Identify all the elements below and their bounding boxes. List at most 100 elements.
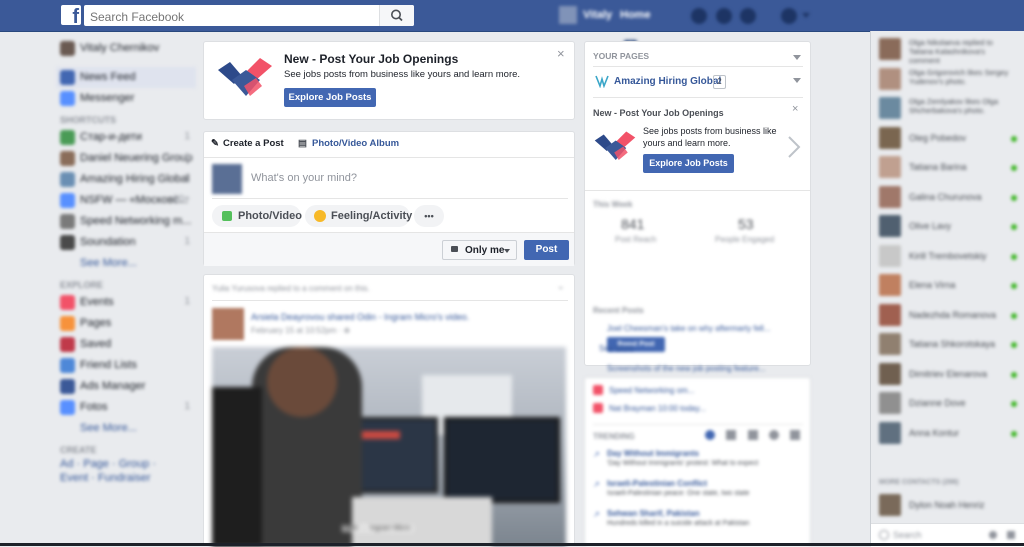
- online-status-dot: [1011, 253, 1017, 260]
- smiley-icon: [314, 210, 326, 222]
- pages-menu-chevron-icon[interactable]: [793, 55, 801, 60]
- event-icon: [593, 385, 603, 395]
- chat-contact-name: Tatiana Shkorotskaya: [909, 339, 996, 349]
- chat-contact[interactable]: Olga Grigorovich likes Sergey Yudenov's …: [871, 65, 1024, 95]
- avatar: [212, 164, 242, 194]
- see-more-explore-link[interactable]: See More...: [56, 418, 196, 439]
- chat-search-input[interactable]: Search: [893, 530, 922, 540]
- close-icon[interactable]: ×: [792, 103, 798, 115]
- explore-item-icon: [60, 379, 75, 394]
- shortcut-item-icon: [60, 151, 75, 166]
- chevron-right-icon[interactable]: [787, 135, 801, 159]
- explore-item[interactable]: Friend Lists: [56, 355, 196, 376]
- page-options-chevron-icon[interactable]: [793, 78, 801, 83]
- chat-contact[interactable]: Dimitriev Elenarova: [871, 360, 1024, 390]
- online-status-dot: [1011, 371, 1017, 378]
- sidebar-item-label: Daniel Neuering Group: [80, 152, 193, 164]
- search-box: [84, 5, 414, 26]
- chat-contact[interactable]: Dzianne Dove: [871, 389, 1024, 419]
- chat-contact[interactable]: Nadezhda Romanova: [871, 301, 1024, 331]
- search-button[interactable]: [379, 5, 414, 26]
- event-link[interactable]: Speed Networking om...: [609, 386, 694, 395]
- shortcut-item[interactable]: Speed Networking m...: [56, 211, 196, 232]
- photo-video-button[interactable]: Photo/Video: [212, 205, 302, 227]
- job-openings-promo: New - Post Your Job Openings See jobs po…: [203, 41, 575, 120]
- close-icon[interactable]: ×: [557, 46, 565, 61]
- sidebar-item[interactable]: Messenger: [56, 88, 196, 109]
- shortcut-item[interactable]: Стар-и-дети 1: [56, 127, 196, 148]
- event-link[interactable]: Nat Brayman 10:00 today...: [609, 404, 706, 413]
- chat-contact[interactable]: Olga Nikolaeva replied to Tatiana Kalash…: [871, 35, 1024, 65]
- trending-item[interactable]: ↗ Israeli-Palestinian Conflict Israeli-Pal…: [593, 478, 805, 508]
- feeling-activity-button[interactable]: Feeling/Activity: [305, 205, 412, 227]
- avatar: [879, 421, 901, 444]
- search-icon: [391, 9, 403, 22]
- tab-create-post[interactable]: ✎ Create a Post: [211, 138, 284, 149]
- trending-filter-icons[interactable]: [705, 429, 801, 443]
- avatar: [879, 156, 901, 178]
- help-icon[interactable]: [781, 8, 797, 24]
- chat-contact-name: Anna Kontur: [909, 427, 960, 438]
- tab-photo-video-album[interactable]: ▤ Photo/Video Album: [298, 138, 399, 149]
- see-more-link[interactable]: See More: [599, 344, 634, 353]
- explore-job-posts-button[interactable]: Explore Job Posts: [643, 154, 734, 173]
- explore-job-posts-button[interactable]: Explore Job Posts: [284, 88, 376, 107]
- explore-item[interactable]: Events 1: [56, 292, 196, 313]
- chat-contact[interactable]: Oleg Pobedov: [871, 124, 1024, 154]
- chat-contact[interactable]: Kirill Trembovetskiy: [871, 242, 1024, 272]
- explore-item[interactable]: Saved: [56, 334, 196, 355]
- page-name-link[interactable]: Amazing Hiring Global: [614, 76, 721, 87]
- compose-icon[interactable]: [1007, 531, 1015, 539]
- create-links[interactable]: Ad · Page · Group · Event · Fundraiser: [56, 457, 180, 485]
- chat-contact[interactable]: Tatiana Shkorotskaya: [871, 330, 1024, 360]
- chat-contact[interactable]: Anna Kontur: [871, 419, 1024, 449]
- sidebar-item-label: Fotos: [80, 401, 108, 413]
- chat-contact[interactable]: Tatiana Barina: [871, 153, 1024, 183]
- trending-title[interactable]: Israeli-Palestinian Conflict: [607, 479, 707, 488]
- search-input[interactable]: [88, 7, 382, 26]
- shortcut-item[interactable]: Daniel Neuering Group 1: [56, 148, 196, 169]
- trending-item[interactable]: ↗ Sehwan Sharif, Pakistan Hundreds killed …: [593, 508, 805, 538]
- story-options-icon[interactable]: ⌄: [557, 281, 565, 292]
- promo-description: See jobs posts from business like yours …: [643, 126, 777, 148]
- recent-post-link[interactable]: Screenshots of the new job posting featu…: [607, 364, 765, 373]
- explore-item[interactable]: Ads Manager: [56, 376, 196, 397]
- audience-selector[interactable]: Only me: [442, 240, 517, 260]
- trending-item[interactable]: ↗ Day Without Immigrants 'Day Without Immi…: [593, 448, 805, 478]
- shortcut-item[interactable]: Amazing Hiring Global 1: [56, 169, 196, 190]
- album-icon: ▤: [298, 138, 307, 149]
- account-menu-chevron-icon[interactable]: [802, 13, 810, 18]
- chat-contact[interactable]: Dylon Noah Henriz: [871, 491, 1024, 521]
- explore-item[interactable]: Fotos 1: [56, 397, 196, 418]
- post-button[interactable]: Post: [524, 240, 569, 260]
- chat-contact-name: Olga Zemlyakov likes Olga Shcherbakova's…: [909, 97, 999, 115]
- chat-contact[interactable]: Elena Virna: [871, 271, 1024, 301]
- sidebar-profile[interactable]: Vitaly Chernikov: [56, 38, 196, 59]
- shortcut-item[interactable]: NSFW — «Московс... 20+: [56, 190, 196, 211]
- friend-requests-icon[interactable]: [691, 8, 707, 24]
- chat-contact-name: Dimitriev Elenarova: [909, 368, 988, 379]
- recent-post-link[interactable]: Joel Cheesman's take on why aftermarty f…: [607, 324, 770, 333]
- shortcut-item-icon: [60, 235, 75, 250]
- gear-icon[interactable]: [989, 531, 997, 539]
- shortcuts-heading: SHORTCUTS: [60, 115, 116, 125]
- notifications-icon[interactable]: [740, 8, 756, 24]
- chat-contact[interactable]: Olga Zemlyakov likes Olga Shcherbakova's…: [871, 94, 1024, 124]
- sidebar-item[interactable]: News Feed: [56, 67, 196, 88]
- status-input[interactable]: What's on your mind?: [251, 172, 357, 184]
- chat-contact[interactable]: Olive Lavy: [871, 212, 1024, 242]
- facebook-logo[interactable]: f: [61, 5, 81, 25]
- more-options-button[interactable]: •••: [414, 205, 444, 227]
- video-thumbnail[interactable]: Odin ↔ Ingram Micro: [212, 347, 566, 547]
- post-reach-value: 841: [621, 216, 645, 232]
- home-link[interactable]: Home 2: [620, 0, 670, 53]
- trending-title[interactable]: Day Without Immigrants: [607, 449, 699, 458]
- explore-item[interactable]: Pages: [56, 313, 196, 334]
- shortcut-item[interactable]: Soundation 1: [56, 232, 196, 253]
- chat-contact[interactable]: Galina Churunova: [871, 183, 1024, 213]
- explore-item-icon: [60, 316, 75, 331]
- messages-icon[interactable]: [716, 8, 732, 24]
- online-status-dot: [1011, 165, 1017, 171]
- see-more-shortcuts-link[interactable]: See More...: [56, 253, 196, 274]
- trending-title[interactable]: Sehwan Sharif, Pakistan: [607, 509, 699, 518]
